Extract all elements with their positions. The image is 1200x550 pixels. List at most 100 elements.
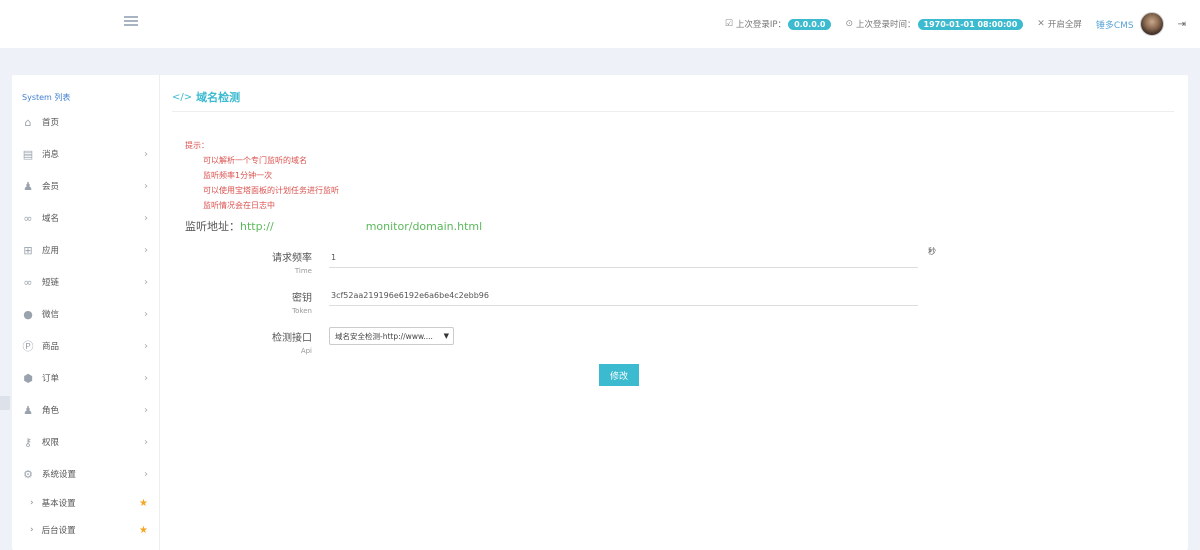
sidebar-item-label: 权限 [42,438,60,448]
chevron-right-icon: › [144,148,148,160]
api-select-value: 域名安全检测-http://www.... [335,331,433,341]
menu-toggle-icon[interactable] [124,16,138,28]
chevron-right-icon: › [144,276,148,288]
product-icon: Ⓟ [22,340,34,353]
sidebar-item-label: 微信 [42,310,60,320]
frequency-unit: 秒 [928,247,936,256]
caret-down-icon: ▼ [443,332,449,340]
page-title-text: 域名检测 [196,91,241,104]
logout-icon[interactable]: ⇥ [1178,19,1186,30]
sidebar-item-app[interactable]: ⊞ 应用 › [12,235,160,265]
last-time-badge: 1970-01-01 08:00:00 [917,18,1024,30]
chevron-right-icon: › [144,180,148,192]
sidebar-item-label: 首页 [42,118,60,128]
sidebar-item-wechat[interactable]: ● 微信 › [12,299,160,329]
sidebar-title: System 列表 [22,93,71,102]
fullscreen-button[interactable]: ✕ 开启全屏 [1037,18,1082,30]
sidebar-item-label: 应用 [42,246,60,256]
sidebar-item-label: 系统设置 [42,470,77,480]
chevron-right-icon: › [144,468,148,480]
top-bar: ☑ 上次登录IP： 0.0.0.0 ⊙ 上次登录时间： 1970-01-01 0… [0,0,1200,48]
token-input[interactable] [329,286,918,306]
frequency-sublabel: Time [294,267,312,275]
sidebar-item-label: 域名 [42,214,60,224]
sidebar-item-permission[interactable]: ⚷ 权限 › [12,427,160,457]
sidebar: System 列表 ⌂ 首页 ▤ 消息 › ♟ 会员 › ∞ 域名 › ⊞ 应用… [12,75,160,550]
wechat-icon: ● [23,307,33,321]
monitor-url-prefix: http:// [240,220,274,233]
tip-line: 可以解析一个专门监听的域名 [203,156,307,165]
api-label: 检测接口 [272,333,312,344]
sidebar-item-label: 会员 [42,182,60,192]
expand-icon: ✕ [1037,19,1045,29]
submit-button[interactable]: 修改 [599,364,639,386]
gift-icon: ⊞ [23,243,33,257]
brand-link[interactable]: 锤多CMS [1096,18,1134,31]
last-time-label: 上次登录时间： [856,20,916,30]
chevron-right-icon: › [30,498,34,508]
sidebar-subitem-basic-settings[interactable]: › 基本设置 ★ [12,491,160,515]
tips-block: 提示： 可以解析一个专门监听的域名 监听频率1分钟一次 可以使用宝塔面板的计划任… [185,138,339,213]
last-ip-badge: 0.0.0.0 [788,18,832,30]
api-label-group: 检测接口 Api [272,329,312,355]
token-label-group: 密钥 Token [292,289,312,315]
key-icon: ⚷ [23,435,33,449]
chevron-right-icon: › [144,340,148,352]
top-right-area: ☑ 上次登录IP： 0.0.0.0 ⊙ 上次登录时间： 1970-01-01 0… [725,0,1200,48]
sidebar-subitem-label: 基本设置 [41,499,76,509]
last-login-ip: ☑ 上次登录IP： 0.0.0.0 [725,18,832,30]
tip-line: 监听频率1分钟一次 [203,171,273,180]
link-icon: ∞ [23,275,33,289]
sidebar-item-label: 订单 [42,374,60,384]
user-icon: ♟ [23,179,33,193]
chevron-right-icon: › [144,244,148,256]
sidebar-item-product[interactable]: Ⓟ 商品 › [12,331,160,361]
sidebar-item-domain[interactable]: ∞ 域名 › [12,203,160,233]
chevron-right-icon: › [144,404,148,416]
api-sublabel: Api [300,347,312,355]
star-icon: ★ [139,524,148,536]
sidebar-item-member[interactable]: ♟ 会员 › [12,171,160,201]
sidebar-item-system-settings[interactable]: ⚙ 系统设置 › [12,459,160,489]
avatar[interactable] [1139,12,1164,36]
sidebar-item-home[interactable]: ⌂ 首页 [12,107,160,137]
sidebar-item-order[interactable]: ⬢ 订单 › [12,363,160,393]
checkbox-icon: ☑ [724,19,733,29]
sidebar-subitem-label: 后台设置 [41,526,76,536]
chevron-right-icon: › [144,372,148,384]
main-panel: System 列表 ⌂ 首页 ▤ 消息 › ♟ 会员 › ∞ 域名 › ⊞ 应用… [12,75,1188,550]
sidebar-item-message[interactable]: ▤ 消息 › [12,139,160,169]
sidebar-subitem-admin-settings[interactable]: › 后台设置 ★ [12,518,160,542]
monitor-label: 监听地址： [185,220,240,233]
divider [172,111,1174,112]
sidebar-item-shortlink[interactable]: ∞ 短链 › [12,267,160,297]
tip-line: 监听情况会在日志中 [203,201,275,210]
logo [0,0,118,48]
home-icon: ⌂ [24,115,32,129]
monitor-url-suffix: monitor/domain.html [365,220,483,233]
sidebar-item-label: 消息 [42,150,60,160]
sidebar-item-role[interactable]: ♟ 角色 › [12,395,160,425]
clock-icon: ⊙ [845,19,853,29]
api-select[interactable]: 域名安全检测-http://www.... ▼ [329,327,454,345]
order-icon: ⬢ [23,371,33,385]
tip-line: 可以使用宝塔面板的计划任务进行监听 [203,186,339,195]
side-collapse-handle[interactable] [0,396,10,410]
file-icon: ▤ [22,147,34,161]
fullscreen-label: 开启全屏 [1047,20,1082,30]
role-icon: ♟ [23,403,33,417]
page-title: </> 域名检测 [172,89,240,105]
star-icon: ★ [139,497,148,509]
token-label: 密钥 [292,293,312,304]
token-sublabel: Token [292,307,312,315]
sidebar-item-label: 短链 [42,278,60,288]
chevron-right-icon: › [144,436,148,448]
monitor-address: 监听地址：http:// monitor/domain.html [185,218,482,234]
tips-label: 提示： [185,141,209,150]
frequency-label-group: 请求频率 Time [272,249,312,275]
code-icon: </> [172,91,193,103]
link-icon: ∞ [23,211,33,225]
sidebar-item-label: 角色 [42,406,60,416]
last-login-time: ⊙ 上次登录时间： 1970-01-01 08:00:00 [845,18,1024,30]
frequency-input[interactable] [329,248,918,268]
